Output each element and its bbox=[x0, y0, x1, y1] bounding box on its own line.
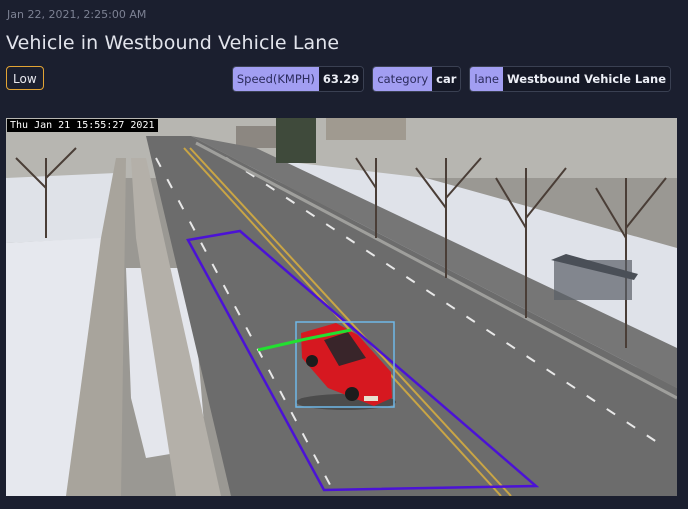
camera-snapshot[interactable]: Thu Jan 21 15:55:27 2021 bbox=[6, 118, 677, 496]
tag-lane: lane Westbound Vehicle Lane bbox=[469, 66, 671, 92]
tag-value: car bbox=[432, 67, 461, 91]
camera-scene bbox=[6, 118, 677, 496]
tag-category: category car bbox=[372, 66, 462, 92]
tag-list: Speed(KMPH) 63.29 category car lane West… bbox=[231, 66, 671, 92]
tag-key: lane bbox=[470, 67, 503, 91]
tag-key: Speed(KMPH) bbox=[232, 67, 319, 91]
tag-speed: Speed(KMPH) 63.29 bbox=[231, 66, 365, 92]
event-title: Vehicle in Westbound Vehicle Lane bbox=[6, 32, 340, 54]
camera-overlay-timestamp: Thu Jan 21 15:55:27 2021 bbox=[7, 119, 158, 132]
tag-value: Westbound Vehicle Lane bbox=[503, 67, 670, 91]
tag-key: category bbox=[373, 67, 433, 91]
severity-badge: Low bbox=[6, 66, 44, 90]
tag-value: 63.29 bbox=[318, 67, 364, 91]
event-timestamp: Jan 22, 2021, 2:25:00 AM bbox=[7, 8, 147, 21]
